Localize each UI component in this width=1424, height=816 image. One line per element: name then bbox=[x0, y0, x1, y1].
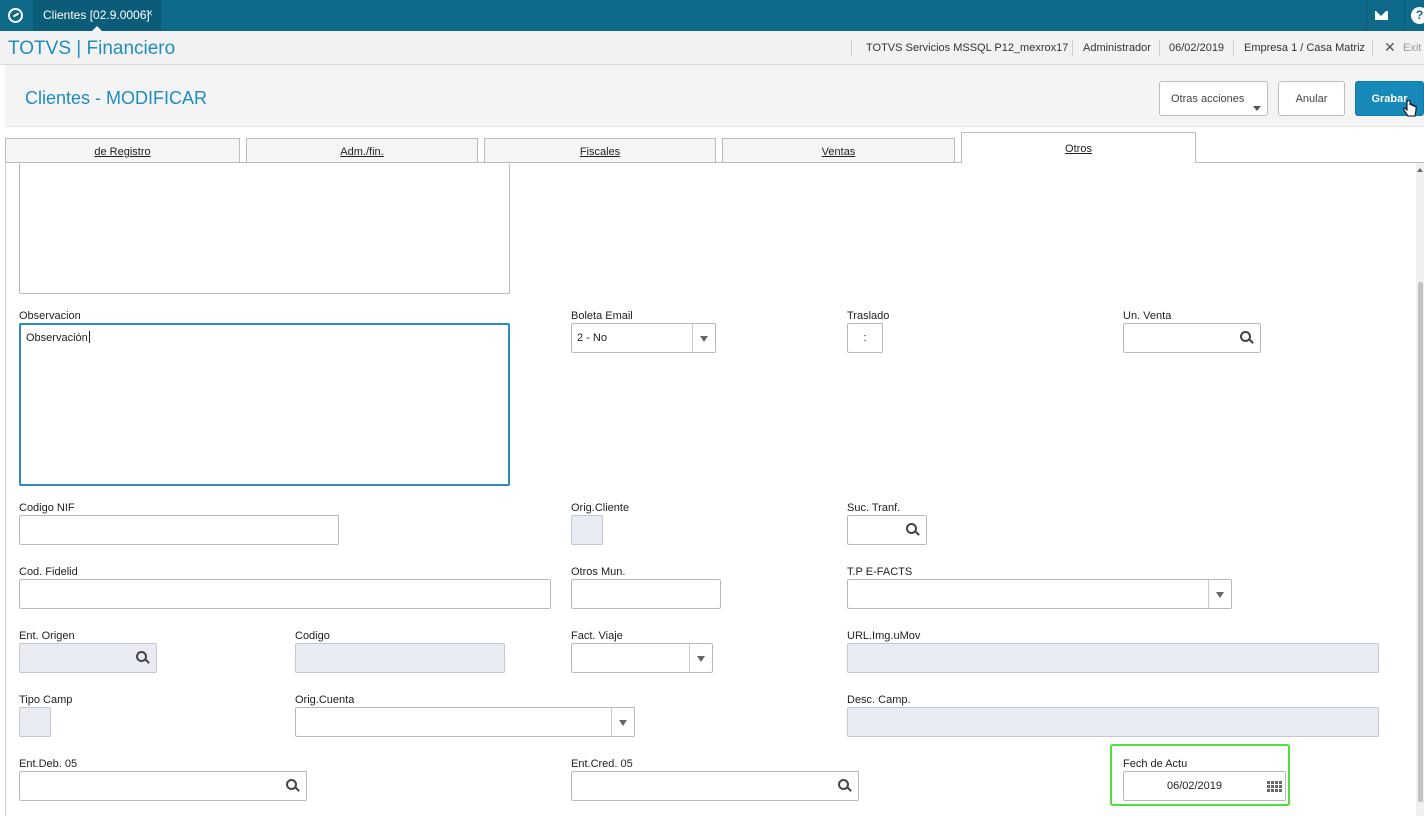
otros-mun-input[interactable] bbox=[571, 579, 721, 609]
observacion-label: Observacion bbox=[19, 310, 81, 322]
memo-field-above[interactable] bbox=[19, 163, 510, 294]
hand-cursor-icon bbox=[1403, 100, 1417, 117]
observacion-value: Observación bbox=[26, 332, 88, 344]
scroll-up-icon[interactable] bbox=[1417, 168, 1423, 172]
search-icon[interactable] bbox=[838, 779, 852, 793]
page-titlebar: Clientes - MODIFICAR Otras acciones Anul… bbox=[5, 65, 1424, 127]
traslado-value: : bbox=[863, 332, 867, 344]
desc-camp-field bbox=[847, 707, 1379, 737]
app-header: TOTVS | Financiero TOTVS Servicios MSSQL… bbox=[0, 31, 1424, 65]
chevron-down-icon[interactable] bbox=[1208, 580, 1231, 608]
traslado-label: Traslado bbox=[847, 310, 890, 322]
search-icon[interactable] bbox=[136, 651, 150, 665]
chevron-down-icon bbox=[1253, 106, 1261, 111]
mail-icon[interactable] bbox=[1366, 0, 1396, 31]
fech-actu-label: Fech de Actu bbox=[1123, 758, 1188, 770]
app-tab-title: Clientes [02.9.0006] bbox=[43, 8, 150, 22]
more-actions-label: Otras acciones bbox=[1171, 92, 1245, 105]
un-venta-label: Un. Venta bbox=[1123, 310, 1172, 322]
app-tab-clientes[interactable]: Clientes [02.9.0006] × bbox=[33, 0, 161, 32]
tipo-camp-field bbox=[19, 707, 51, 737]
codigo-field bbox=[295, 643, 505, 673]
cod-fidelid-label: Cod. Fidelid bbox=[19, 566, 78, 578]
fact-viaje-select[interactable] bbox=[571, 643, 713, 673]
orig-cliente-field bbox=[571, 515, 603, 545]
fech-actu-value: 06/02/2019 bbox=[1166, 780, 1223, 792]
url-img-field bbox=[847, 643, 1379, 673]
environment-info: TOTVS Servicios MSSQL P12_mexrox17 bbox=[866, 42, 1069, 54]
ent-deb-label: Ent.Deb. 05 bbox=[19, 758, 78, 770]
totvs-logo-icon[interactable] bbox=[0, 0, 31, 31]
search-icon[interactable] bbox=[1240, 331, 1254, 345]
tab-adm-fin[interactable]: Adm./fin. bbox=[246, 138, 478, 162]
close-tab-icon[interactable]: × bbox=[146, 6, 153, 20]
orig-cuenta-select[interactable] bbox=[295, 707, 635, 737]
date-info: 06/02/2019 bbox=[1169, 42, 1225, 54]
suc-tranf-label: Suc. Tranf. bbox=[847, 502, 901, 514]
app-tab-bar: Clientes [02.9.0006] × ? bbox=[0, 0, 1424, 32]
url-img-label: URL.Img.uMov bbox=[847, 630, 921, 642]
tab-de-registro[interactable]: de Registro bbox=[5, 138, 240, 162]
scrollbar-thumb[interactable] bbox=[1418, 282, 1423, 802]
boleta-email-label: Boleta Email bbox=[571, 310, 633, 322]
codigo-nif-label: Codigo NIF bbox=[19, 502, 75, 514]
brand-title: TOTVS | Financiero bbox=[8, 38, 176, 59]
tab-otros[interactable]: Otros bbox=[961, 132, 1196, 163]
page-title: Clientes - MODIFICAR bbox=[25, 88, 208, 108]
codigo-nif-input[interactable] bbox=[19, 515, 339, 545]
ent-origen-label: Ent. Origen bbox=[19, 630, 75, 642]
suc-tranf-input[interactable] bbox=[847, 515, 927, 545]
ent-deb-input[interactable] bbox=[19, 771, 307, 801]
boleta-email-select[interactable]: 2 - No bbox=[571, 323, 716, 353]
text-cursor bbox=[88, 331, 90, 343]
tpe-facts-select[interactable] bbox=[847, 579, 1232, 609]
chevron-down-icon[interactable] bbox=[692, 324, 715, 352]
otros-mun-label: Otros Mun. bbox=[571, 566, 626, 578]
tab-fiscales[interactable]: Fiscales bbox=[484, 138, 716, 162]
exit-link[interactable]: Exit bbox=[1403, 42, 1421, 54]
un-venta-input[interactable] bbox=[1123, 323, 1261, 353]
fech-actu-input[interactable]: 06/02/2019 bbox=[1123, 771, 1286, 801]
boleta-email-value: 2 - No bbox=[577, 332, 607, 344]
chevron-down-icon[interactable] bbox=[689, 644, 712, 672]
cancel-button[interactable]: Anular bbox=[1278, 81, 1345, 116]
tipo-camp-label: Tipo Camp bbox=[19, 694, 73, 706]
orig-cliente-label: Orig.Cliente bbox=[571, 502, 630, 514]
search-icon[interactable] bbox=[286, 779, 300, 793]
company-info: Empresa 1 / Casa Matriz bbox=[1244, 42, 1366, 54]
cod-fidelid-input[interactable] bbox=[19, 579, 551, 609]
ent-cred-input[interactable] bbox=[571, 771, 859, 801]
user-info: Administrador bbox=[1083, 42, 1151, 54]
search-icon[interactable] bbox=[906, 523, 920, 537]
exit-icon[interactable]: ✕ bbox=[1384, 39, 1396, 56]
ent-origen-field bbox=[19, 643, 157, 673]
fact-viaje-label: Fact. Viaje bbox=[571, 630, 623, 642]
traslado-field[interactable]: : bbox=[847, 323, 883, 353]
ent-cred-label: Ent.Cred. 05 bbox=[571, 758, 633, 770]
desc-camp-label: Desc. Camp. bbox=[847, 694, 911, 706]
help-icon[interactable]: ? bbox=[1404, 0, 1424, 31]
chevron-down-icon[interactable] bbox=[611, 708, 634, 736]
calendar-icon[interactable] bbox=[1267, 781, 1282, 793]
observacion-textarea[interactable]: Observación bbox=[19, 323, 510, 486]
more-actions-button[interactable]: Otras acciones bbox=[1159, 81, 1268, 116]
codigo-label: Codigo bbox=[295, 630, 330, 642]
orig-cuenta-label: Orig.Cuenta bbox=[295, 694, 355, 706]
tab-ventas[interactable]: Ventas bbox=[722, 138, 955, 162]
tpe-facts-label: T.P E-FACTS bbox=[847, 566, 913, 578]
